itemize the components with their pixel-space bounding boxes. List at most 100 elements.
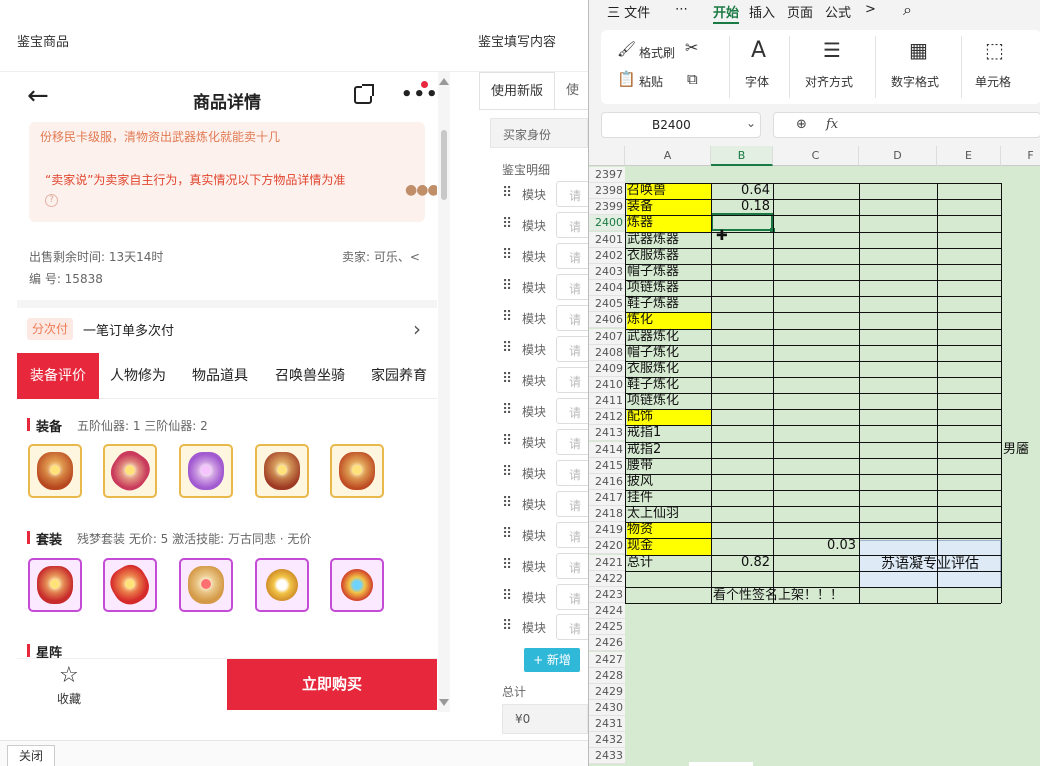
cell-f[interactable]	[1003, 700, 1040, 717]
cell-b[interactable]	[711, 603, 773, 620]
cell-f[interactable]	[1003, 474, 1040, 491]
cell-c[interactable]	[773, 345, 859, 362]
cell-f[interactable]	[1003, 296, 1040, 313]
cell-c[interactable]	[773, 393, 859, 410]
cell-c[interactable]	[773, 312, 859, 329]
cell-b[interactable]	[711, 684, 773, 701]
tab-old-version[interactable]: 使用	[566, 72, 588, 136]
equipment-item[interactable]	[330, 444, 384, 498]
cell-f[interactable]	[1003, 522, 1040, 539]
cell-f[interactable]	[1003, 264, 1040, 281]
formula-bar[interactable]: ⊕ fx	[773, 112, 1040, 138]
row-header[interactable]: 2416	[589, 473, 625, 490]
star-icon[interactable]: ☆	[59, 663, 79, 688]
cell-f[interactable]	[1003, 183, 1040, 200]
tab-equipment[interactable]: 装备评价	[17, 353, 99, 399]
menu-file[interactable]: 三 文件	[607, 2, 650, 21]
cell-f[interactable]	[1003, 248, 1040, 265]
cell-b[interactable]	[711, 248, 773, 265]
cell-a[interactable]	[627, 619, 711, 636]
cell-f[interactable]	[1003, 361, 1040, 378]
row-header[interactable]: 2411	[589, 393, 625, 410]
tab-cultivation[interactable]: 人物修为	[110, 353, 166, 399]
cell-f[interactable]: 男靥	[1003, 442, 1040, 459]
drag-handle-icon[interactable]: ⠿	[502, 618, 512, 634]
row-header[interactable]: 2433	[589, 748, 625, 765]
cell-f[interactable]	[1003, 425, 1040, 442]
drag-handle-icon[interactable]: ⠿	[502, 216, 512, 232]
row-header[interactable]: 2418	[589, 506, 625, 523]
scroll-up-icon[interactable]	[439, 78, 449, 85]
drag-handle-icon[interactable]: ⠿	[502, 402, 512, 418]
row-header[interactable]: 2398	[589, 183, 625, 200]
cell-f[interactable]	[1003, 571, 1040, 588]
drag-handle-icon[interactable]: ⠿	[502, 526, 512, 542]
cell-c[interactable]	[773, 264, 859, 281]
cell-f[interactable]	[1003, 555, 1040, 572]
cell-c[interactable]	[773, 603, 859, 620]
zoom-icon[interactable]: ⊕	[796, 117, 807, 132]
cell-b[interactable]	[711, 538, 773, 555]
drag-handle-icon[interactable]: ⠿	[502, 433, 512, 449]
more-icon[interactable]: •••	[401, 84, 437, 105]
cell-b[interactable]	[711, 490, 773, 507]
cell-c[interactable]	[773, 506, 859, 523]
cell-a[interactable]	[627, 571, 711, 588]
cell-f[interactable]	[1003, 167, 1040, 184]
row-header[interactable]: 2403	[589, 263, 625, 280]
cell-icon[interactable]: ⬚	[985, 38, 1004, 62]
cell-a[interactable]	[627, 700, 711, 717]
cell-a[interactable]: 物资	[627, 522, 711, 540]
cell-f[interactable]	[1003, 603, 1040, 620]
cell-c[interactable]	[773, 215, 859, 232]
cell-b[interactable]	[711, 296, 773, 313]
number-format-button[interactable]: 数字格式	[891, 73, 939, 90]
row-header[interactable]: 2431	[589, 716, 625, 733]
row-header[interactable]: 2429	[589, 683, 625, 700]
cell-f[interactable]	[1003, 312, 1040, 329]
cell-c[interactable]	[773, 716, 859, 733]
cell-a[interactable]: 炼化	[627, 312, 711, 330]
format-painter-button[interactable]: 格式刷	[639, 44, 675, 61]
cell-b[interactable]	[711, 619, 773, 636]
row-header[interactable]: 2412	[589, 409, 625, 426]
cell-f[interactable]	[1003, 199, 1040, 216]
installment-row[interactable]: 分次付 一笔订单多次付 ›	[17, 308, 437, 354]
seller-name[interactable]: 卖家: 可乐、<	[342, 248, 420, 265]
cell-a[interactable]	[627, 732, 711, 749]
cell-b[interactable]: 0.18	[711, 199, 773, 216]
row-header[interactable]: 2414	[589, 441, 625, 458]
cell-b[interactable]	[711, 361, 773, 378]
cell-a[interactable]	[627, 684, 711, 701]
column-header[interactable]: F	[1001, 146, 1040, 166]
cell-b[interactable]	[711, 409, 773, 426]
cell-b[interactable]	[711, 329, 773, 346]
drag-handle-icon[interactable]: ⠿	[502, 464, 512, 480]
cell-b[interactable]: 0.64	[711, 183, 773, 200]
row-header[interactable]: 2421	[589, 554, 625, 571]
equipment-item[interactable]	[28, 444, 82, 498]
cell-a[interactable]: 帽子炼器	[627, 264, 711, 281]
cell-a[interactable]: 挂件	[627, 490, 711, 507]
share-icon[interactable]	[354, 84, 374, 104]
cell-f[interactable]	[1003, 377, 1040, 394]
drag-handle-icon[interactable]: ⠿	[502, 278, 512, 294]
cell-c[interactable]	[773, 361, 859, 378]
cell-c[interactable]	[773, 652, 859, 669]
drag-handle-icon[interactable]: ⠿	[502, 247, 512, 263]
cell-c[interactable]	[773, 232, 859, 249]
cell-c[interactable]	[773, 700, 859, 717]
appraisal-label-shape[interactable]: 苏语凝专业评估	[859, 540, 1001, 588]
tab-items[interactable]: 物品道具	[192, 353, 248, 399]
cell-f[interactable]	[1003, 619, 1040, 636]
cell-a[interactable]	[627, 668, 711, 685]
cell-f[interactable]	[1003, 329, 1040, 346]
column-header[interactable]: E	[937, 146, 1001, 166]
cell-b[interactable]	[711, 393, 773, 410]
cell-f[interactable]	[1003, 716, 1040, 733]
cell-c[interactable]	[773, 329, 859, 346]
add-module-button[interactable]: + 新增	[524, 648, 580, 672]
cell-b[interactable]	[711, 264, 773, 281]
row-header[interactable]: 2408	[589, 344, 625, 361]
cell-a[interactable]	[627, 716, 711, 733]
